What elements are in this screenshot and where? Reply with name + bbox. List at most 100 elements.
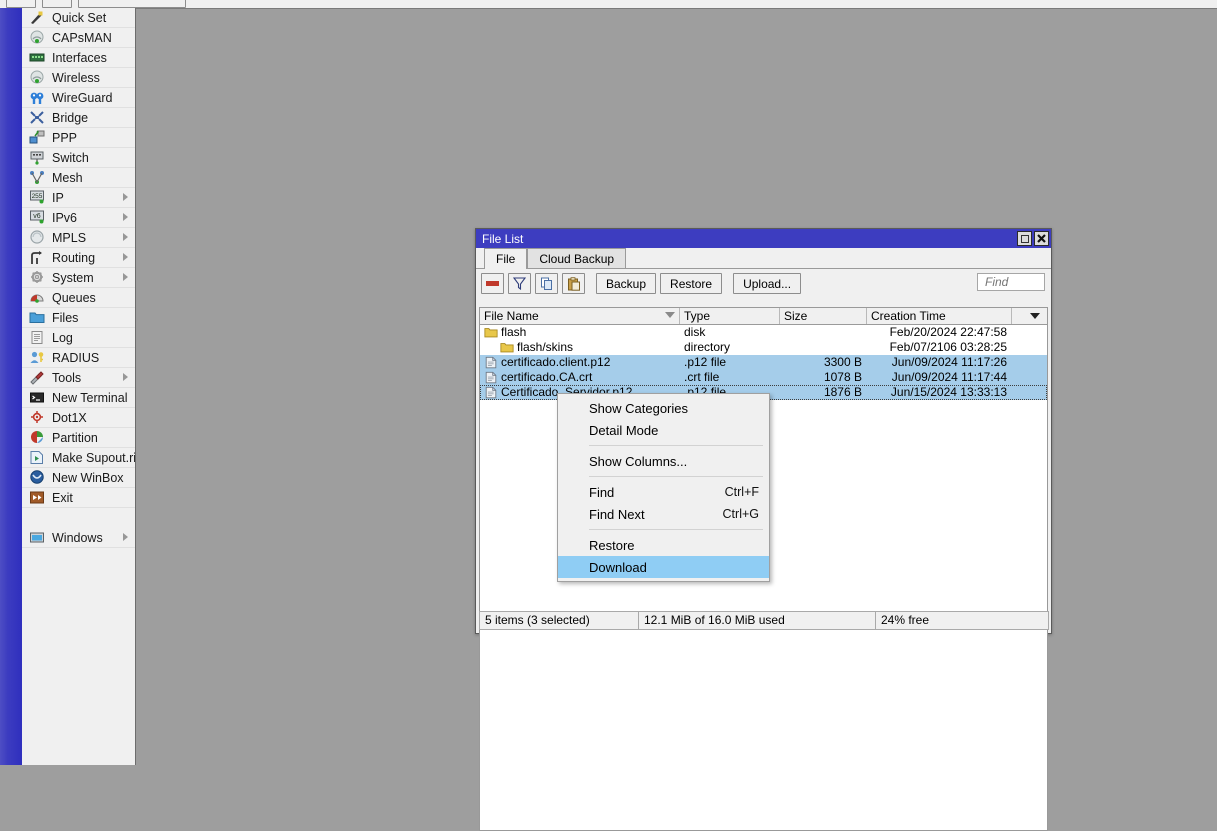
sidebar-item-label: Routing (52, 250, 96, 265)
table-row[interactable]: flash disk Feb/20/2024 22:47:58 (480, 325, 1047, 340)
supout-icon (28, 450, 46, 466)
menu-separator (589, 529, 763, 530)
restore-button[interactable]: Restore (660, 273, 723, 294)
cell-extra (1012, 385, 1046, 400)
sidebar-item-wireless[interactable]: Wireless (22, 68, 135, 88)
find-input[interactable] (983, 274, 1044, 290)
status-free-space: 24% free (875, 611, 1049, 630)
cell-creation-time: Jun/15/2024 13:33:13 (890, 385, 1007, 399)
sidebar-item-capsman[interactable]: CAPsMAN (22, 28, 135, 48)
sidebar-item-queues[interactable]: Queues (22, 288, 135, 308)
sidebar-item-interfaces[interactable]: Interfaces (22, 48, 135, 68)
backup-button[interactable]: Backup (596, 273, 657, 294)
sidebar-item-label: Files (52, 310, 79, 325)
menu-item-show-categories[interactable]: Show Categories (558, 397, 769, 419)
column-header-size[interactable]: Size (780, 308, 867, 324)
cell-size: 3300 B (823, 355, 862, 369)
sidebar-item-mpls[interactable]: MPLS (22, 228, 135, 248)
tab-file[interactable]: File (484, 248, 528, 269)
sidebar-item-wireguard[interactable]: WireGuard (22, 88, 135, 108)
sidebar-item-dot1x[interactable]: Dot1X (22, 408, 135, 428)
gear-icon (28, 270, 46, 286)
toolbar-stub-button-2[interactable] (42, 0, 72, 8)
chevron-right-icon (123, 233, 128, 241)
cell-size: 1876 B (823, 385, 862, 399)
menu-item-detail-mode[interactable]: Detail Mode (558, 419, 769, 441)
cell-type: directory (684, 340, 731, 354)
filter-button[interactable] (508, 273, 531, 294)
sidebar-item-label: IP (52, 190, 64, 205)
menu-item-label: Detail Mode (589, 422, 659, 438)
toolbar-stub-button-1[interactable] (6, 0, 36, 8)
antenna-icon (28, 70, 46, 86)
sidebar-item-tools[interactable]: Tools (22, 368, 135, 388)
menu-item-show-columns[interactable]: Show Columns... (558, 450, 769, 472)
cell-size (780, 340, 867, 355)
sidebar-item-bridge[interactable]: Bridge (22, 108, 135, 128)
routing-icon (28, 250, 46, 266)
sidebar-item-ipv6[interactable]: v6 IPv6 (22, 208, 135, 228)
sidebar-item-make-supout-rif[interactable]: Make Supout.rif (22, 448, 135, 468)
column-header-type[interactable]: Type (680, 308, 780, 324)
table-row[interactable]: certificado.client.p12 .p12 file 3300 B Jun… (480, 355, 1047, 370)
cell-type: .crt file (684, 370, 720, 384)
sidebar-item-files[interactable]: Files (22, 308, 135, 328)
sidebar-item-exit[interactable]: Exit (22, 488, 135, 508)
file-icon (484, 385, 498, 400)
sidebar-item-label: New Terminal (52, 390, 128, 405)
column-header-file-name[interactable]: File Name (480, 308, 680, 324)
sidebar-item-partition[interactable]: Partition (22, 428, 135, 448)
menu-item-label: Download (589, 559, 647, 575)
column-header-label: Size (784, 309, 808, 323)
menu-item-find-next[interactable]: Find Next Ctrl+G (558, 503, 769, 525)
sidebar-item-new-terminal[interactable]: New Terminal (22, 388, 135, 408)
sidebar-item-ppp[interactable]: PPP (22, 128, 135, 148)
table-row[interactable]: certificado.CA.crt .crt file 1078 B Jun/09/… (480, 370, 1047, 385)
sidebar-item-quick-set[interactable]: Quick Set (22, 8, 135, 28)
sidebar-item-windows[interactable]: Windows (22, 528, 135, 548)
paste-button[interactable] (562, 273, 585, 294)
sidebar-item-label: Exit (52, 490, 73, 505)
find-input-wrapper[interactable] (977, 273, 1045, 291)
menu-item-find[interactable]: Find Ctrl+F (558, 481, 769, 503)
cell-extra (1012, 325, 1046, 340)
status-disk-usage: 12.1 MiB of 16.0 MiB used (638, 611, 876, 630)
menu-item-download[interactable]: Download (558, 556, 769, 578)
sidebar-item-log[interactable]: Log (22, 328, 135, 348)
cell-creation-time: Jun/09/2024 11:17:44 (891, 370, 1007, 384)
toolbar-stub-address-field[interactable] (78, 0, 186, 8)
sidebar-item-label: Mesh (52, 170, 83, 185)
switch-icon (28, 150, 46, 166)
tab-cloud-backup[interactable]: Cloud Backup (527, 248, 627, 268)
sidebar-item-new-winbox[interactable]: New WinBox (22, 468, 135, 488)
yellow-folder-icon (484, 325, 498, 340)
menu-item-label: Restore (589, 537, 635, 553)
sidebar-item-label: Log (52, 330, 73, 345)
sidebar-item-switch[interactable]: Switch (22, 148, 135, 168)
window-titlebar[interactable]: File List (476, 229, 1051, 248)
svg-text:v6: v6 (33, 213, 41, 220)
column-header-label: Creation Time (871, 309, 946, 323)
sidebar-item-ip[interactable]: 255 IP (22, 188, 135, 208)
remove-button[interactable] (481, 273, 504, 294)
close-icon[interactable] (1034, 231, 1049, 246)
menu-item-restore[interactable]: Restore (558, 534, 769, 556)
copy-button[interactable] (535, 273, 558, 294)
antenna-icon (28, 30, 46, 46)
sidebar-item-mesh[interactable]: Mesh (22, 168, 135, 188)
sidebar-item-routing[interactable]: Routing (22, 248, 135, 268)
sidebar-item-label: Make Supout.rif (52, 450, 136, 465)
table-row[interactable]: flash/skins directory Feb/07/2106 03:28:25 (480, 340, 1047, 355)
sidebar-item-system[interactable]: System (22, 268, 135, 288)
column-header-creation-time[interactable]: Creation Time (867, 308, 1012, 324)
column-header-label: File Name (484, 309, 539, 323)
upload-button[interactable]: Upload... (733, 273, 802, 294)
column-options-header[interactable] (1012, 308, 1047, 324)
cell-creation-time: Feb/20/2024 22:47:58 (889, 325, 1007, 339)
chevron-right-icon (123, 533, 128, 541)
sidebar-accent-bar (0, 8, 22, 765)
maximize-icon[interactable] (1017, 231, 1032, 246)
sidebar-item-radius[interactable]: RADIUS (22, 348, 135, 368)
chevron-down-icon[interactable] (1030, 313, 1040, 319)
sidebar-item-label: Interfaces (52, 50, 107, 65)
